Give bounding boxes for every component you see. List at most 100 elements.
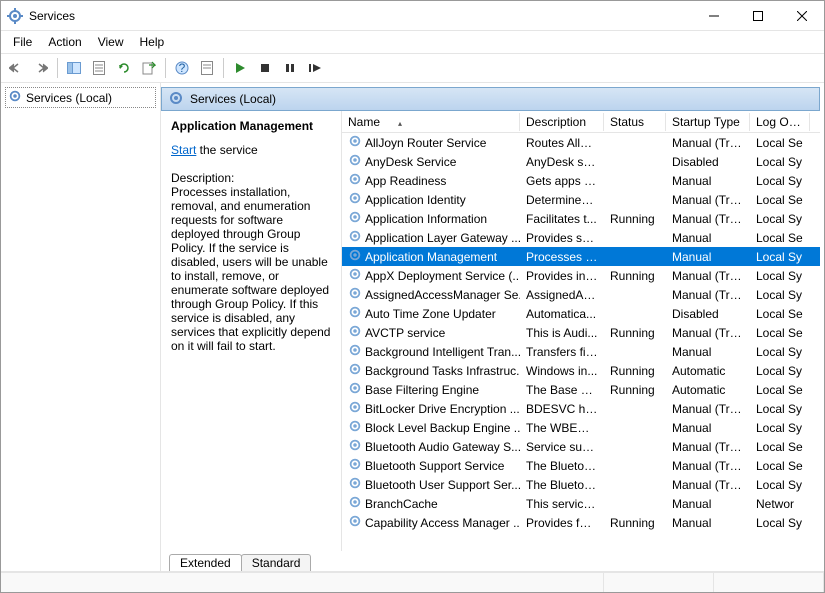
service-name: App Readiness	[365, 174, 446, 188]
col-log-on-as[interactable]: Log On As	[750, 113, 810, 131]
service-desc: Provides inf...	[520, 269, 604, 283]
left-nav: Services (Local)	[1, 83, 161, 571]
menubar: File Action View Help	[1, 31, 824, 53]
nav-services-local[interactable]: Services (Local)	[5, 87, 156, 108]
col-name[interactable]: Name▴	[342, 113, 520, 131]
service-desc: Provides su...	[520, 231, 604, 245]
view-tabs: Extended Standard	[161, 551, 824, 571]
service-row[interactable]: AllJoyn Router ServiceRoutes AllJo...Man…	[342, 133, 820, 152]
minimize-button[interactable]	[692, 1, 736, 30]
menu-help[interactable]: Help	[132, 33, 173, 51]
service-logon: Local Sy	[750, 516, 810, 530]
service-row[interactable]: Block Level Backup Engine ...The WBENG..…	[342, 418, 820, 437]
service-startup: Disabled	[666, 307, 750, 321]
service-desc: BDESVC hos...	[520, 402, 604, 416]
service-row[interactable]: AnyDesk ServiceAnyDesk su...DisabledLoca…	[342, 152, 820, 171]
service-row[interactable]: BitLocker Drive Encryption ...BDESVC hos…	[342, 399, 820, 418]
gear-icon	[348, 229, 362, 246]
service-name: BranchCache	[365, 497, 438, 511]
service-name: Capability Access Manager ...	[365, 516, 520, 530]
service-logon: Local Se	[750, 307, 810, 321]
service-desc: AssignedAc...	[520, 288, 604, 302]
gear-icon	[348, 495, 362, 512]
tab-standard[interactable]: Standard	[241, 554, 312, 571]
export-list-button[interactable]	[138, 57, 160, 79]
restart-service-button[interactable]	[304, 57, 326, 79]
toolbar: ?	[1, 53, 824, 83]
service-row[interactable]: App ReadinessGets apps re...ManualLocal …	[342, 171, 820, 190]
service-name: AVCTP service	[365, 326, 445, 340]
gear-icon	[348, 153, 362, 170]
service-logon: Local Sy	[750, 269, 810, 283]
menu-file[interactable]: File	[5, 33, 40, 51]
service-row[interactable]: Bluetooth Audio Gateway S...Service sup.…	[342, 437, 820, 456]
service-row[interactable]: AVCTP serviceThis is Audi...RunningManua…	[342, 323, 820, 342]
toolbar-separator	[57, 58, 58, 78]
pause-service-button[interactable]	[279, 57, 301, 79]
service-startup: Manual (Trig...	[666, 193, 750, 207]
service-startup: Manual	[666, 250, 750, 264]
start-service-link[interactable]: Start	[171, 143, 196, 157]
service-list[interactable]: AllJoyn Router ServiceRoutes AllJo...Man…	[342, 133, 820, 551]
service-row[interactable]: Capability Access Manager ...Provides fa…	[342, 513, 820, 532]
service-startup: Disabled	[666, 155, 750, 169]
service-startup: Manual (Trig...	[666, 288, 750, 302]
start-service-button[interactable]	[229, 57, 251, 79]
service-startup: Manual	[666, 231, 750, 245]
col-description[interactable]: Description	[520, 113, 604, 131]
service-row[interactable]: BranchCacheThis service ...ManualNetwor	[342, 494, 820, 513]
service-row[interactable]: Application InformationFacilitates t...R…	[342, 209, 820, 228]
service-row[interactable]: Background Tasks Infrastruc...Windows in…	[342, 361, 820, 380]
service-startup: Manual (Trig...	[666, 440, 750, 454]
close-button[interactable]	[780, 1, 824, 30]
service-logon: Local Se	[750, 231, 810, 245]
properties-toolbar-button[interactable]	[88, 57, 110, 79]
detail-pane: Application Management Start the service…	[161, 111, 341, 551]
service-row[interactable]: AppX Deployment Service (...Provides inf…	[342, 266, 820, 285]
service-name: Application Layer Gateway ...	[365, 231, 520, 245]
titlebar: Services	[1, 1, 824, 31]
service-desc: Routes AllJo...	[520, 136, 604, 150]
service-row[interactable]: Application ManagementProcesses in...Man…	[342, 247, 820, 266]
service-name: AssignedAccessManager Se...	[365, 288, 520, 302]
stop-service-button[interactable]	[254, 57, 276, 79]
service-startup: Automatic	[666, 383, 750, 397]
service-row[interactable]: Bluetooth User Support Ser...The Bluetoo…	[342, 475, 820, 494]
service-row[interactable]: Auto Time Zone UpdaterAutomatica...Disab…	[342, 304, 820, 323]
service-desc: Automatica...	[520, 307, 604, 321]
col-status[interactable]: Status	[604, 113, 666, 131]
help-button[interactable]: ?	[171, 57, 193, 79]
service-name: Application Management	[365, 250, 497, 264]
service-name: Application Identity	[365, 193, 466, 207]
service-status: Running	[604, 212, 666, 226]
show-hide-tree-button[interactable]	[63, 57, 85, 79]
refresh-button[interactable]	[113, 57, 135, 79]
maximize-button[interactable]	[736, 1, 780, 30]
toolbar-separator	[165, 58, 166, 78]
tab-extended[interactable]: Extended	[169, 554, 242, 571]
menu-action[interactable]: Action	[40, 33, 89, 51]
service-row[interactable]: Bluetooth Support ServiceThe Bluetoo...M…	[342, 456, 820, 475]
service-status: Running	[604, 269, 666, 283]
gear-icon	[348, 134, 362, 151]
service-name: AppX Deployment Service (...	[365, 269, 520, 283]
col-startup-type[interactable]: Startup Type	[666, 113, 750, 131]
service-row[interactable]: Application Layer Gateway ...Provides su…	[342, 228, 820, 247]
service-startup: Manual	[666, 345, 750, 359]
forward-button[interactable]	[30, 57, 52, 79]
service-status: Running	[604, 364, 666, 378]
service-row[interactable]: AssignedAccessManager Se...AssignedAc...…	[342, 285, 820, 304]
service-logon: Local Se	[750, 136, 810, 150]
service-name: Block Level Backup Engine ...	[365, 421, 520, 435]
service-desc: This service ...	[520, 497, 604, 511]
properties-button[interactable]	[196, 57, 218, 79]
menu-view[interactable]: View	[90, 33, 132, 51]
service-startup: Manual (Trig...	[666, 136, 750, 150]
service-row[interactable]: Base Filtering EngineThe Base Fil...Runn…	[342, 380, 820, 399]
service-row[interactable]: Background Intelligent Tran...Transfers …	[342, 342, 820, 361]
service-name: BitLocker Drive Encryption ...	[365, 402, 520, 416]
service-startup: Manual (Trig...	[666, 459, 750, 473]
service-status: Running	[604, 516, 666, 530]
service-row[interactable]: Application IdentityDetermines ...Manual…	[342, 190, 820, 209]
back-button[interactable]	[5, 57, 27, 79]
